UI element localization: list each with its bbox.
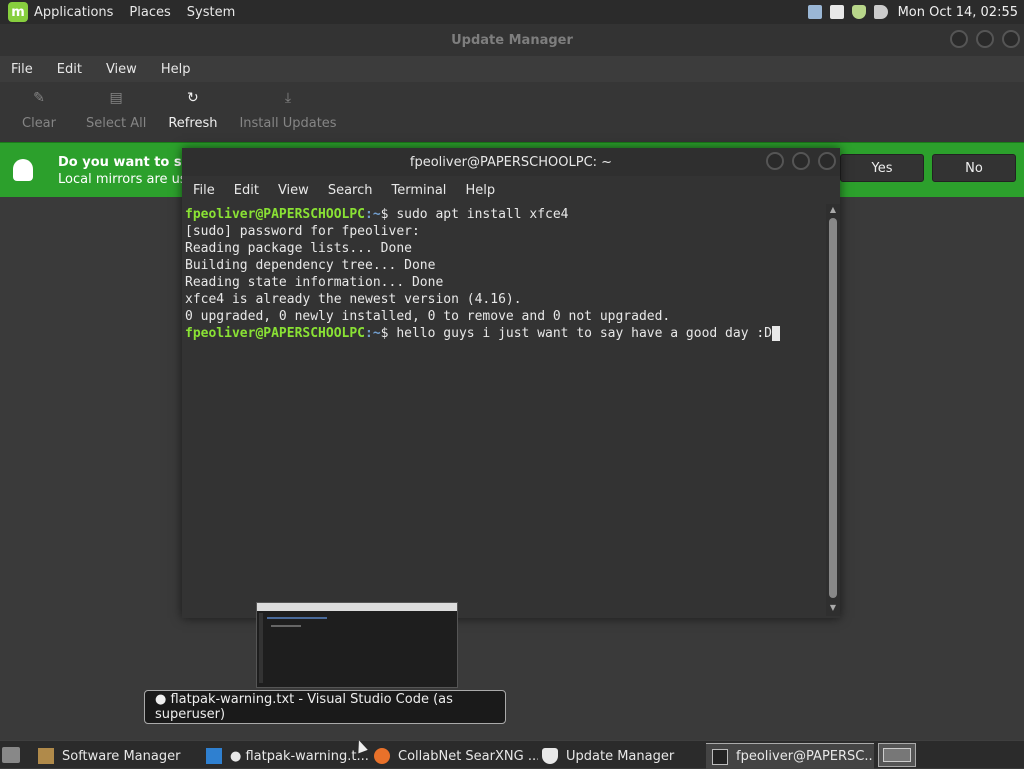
update-manager-menubar: File Edit View Help [0, 56, 1024, 82]
menu-view[interactable]: View [106, 62, 137, 77]
task-label: CollabNet SearXNG ... [398, 748, 538, 764]
menu-help[interactable]: Help [161, 62, 191, 77]
maximize-button[interactable] [976, 30, 994, 48]
terminal-menu-file[interactable]: File [193, 183, 215, 198]
task-label: Software Manager [62, 748, 181, 764]
scroll-up-icon[interactable]: ▲ [828, 206, 838, 214]
scroll-down-icon[interactable]: ▼ [828, 604, 838, 612]
clock[interactable]: Mon Oct 14, 02:55 [898, 5, 1018, 20]
output-line: Reading package lists... Done [185, 241, 412, 256]
volume-icon[interactable] [873, 5, 888, 19]
system-menu[interactable]: System [187, 5, 235, 20]
window-title: Update Manager [451, 32, 573, 48]
update-manager-titlebar[interactable]: Update Manager [0, 24, 1024, 56]
firefox-icon [374, 748, 390, 764]
prompt-user: fpeoliver@PAPERSCHOOLPC [185, 207, 366, 222]
output-line: 0 upgraded, 0 newly installed, 0 to remo… [185, 309, 671, 324]
command-line: $ sudo apt install xfce4 [380, 207, 569, 222]
terminal-menubar: File Edit View Search Terminal Help [182, 176, 840, 204]
thumbnail-sidebar [259, 613, 263, 683]
applications-menu[interactable]: Applications [34, 5, 113, 20]
shield-icon [542, 748, 558, 764]
text-cursor [772, 326, 781, 341]
menu-edit[interactable]: Edit [57, 62, 82, 77]
task-vscode[interactable]: ● flatpak-warning.t... [200, 743, 370, 769]
document-icon: ▤ [109, 90, 123, 106]
system-tray: Mon Oct 14, 02:55 [800, 0, 1018, 24]
terminal-menu-terminal[interactable]: Terminal [391, 183, 446, 198]
clear-button[interactable]: ✎ Clear [22, 90, 56, 131]
terminal-scrollbar[interactable]: ▲ ▼ [826, 204, 840, 616]
clear-label: Clear [22, 116, 56, 131]
infobar-detail: Local mirrors are usu [58, 172, 195, 187]
task-label: Update Manager [566, 748, 675, 764]
terminal-output[interactable]: fpeoliver@PAPERSCHOOLPC:~$ sudo apt inst… [182, 204, 826, 616]
update-tray-icon[interactable] [829, 5, 844, 19]
terminal-maximize-button[interactable] [792, 152, 810, 170]
task-terminal[interactable]: fpeoliver@PAPERSC... [706, 743, 874, 769]
workspace-switcher[interactable] [878, 743, 916, 767]
show-desktop-icon[interactable] [2, 747, 20, 763]
output-line: xfce4 is already the newest version (4.1… [185, 292, 522, 307]
refresh-button[interactable]: ↻ Refresh [168, 90, 217, 131]
terminal-titlebar[interactable]: fpeoliver@PAPERSCHOOLPC: ~ [182, 148, 840, 176]
terminal-icon [712, 748, 728, 765]
terminal-title: fpeoliver@PAPERSCHOOLPC: ~ [409, 154, 613, 170]
select-all-label: Select All [86, 116, 147, 131]
window-preview-thumbnail[interactable] [256, 602, 458, 688]
places-menu[interactable]: Places [129, 5, 170, 20]
prompt-path: :~ [365, 326, 381, 341]
output-line: [sudo] password for fpeoliver: [185, 224, 420, 239]
bottom-panel: Software Manager ● flatpak-warning.t... … [0, 740, 1024, 769]
update-manager-toolbar: ✎ Clear ▤ Select All ↻ Refresh ⤓ Install… [0, 82, 1024, 144]
close-button[interactable] [1002, 30, 1020, 48]
thumbnail-line [271, 625, 301, 627]
mint-menu-icon[interactable]: m [8, 2, 28, 22]
install-updates-button[interactable]: ⤓ Install Updates [239, 90, 336, 131]
no-button[interactable]: No [932, 154, 1016, 182]
broom-icon: ✎ [33, 90, 45, 106]
task-label: fpeoliver@PAPERSC... [736, 749, 874, 764]
top-panel: m Applications Places System Mon Oct 14,… [0, 0, 1024, 24]
download-icon: ⤓ [284, 90, 292, 106]
task-label: ● flatpak-warning.t... [230, 748, 369, 764]
task-update-manager[interactable]: Update Manager [536, 743, 706, 769]
terminal-menu-view[interactable]: View [278, 183, 309, 198]
current-command: $ hello guys i just want to say have a g… [380, 326, 773, 341]
terminal-window: fpeoliver@PAPERSCHOOLPC: ~ File Edit Vie… [182, 148, 840, 618]
lightbulb-icon [13, 159, 33, 181]
install-updates-label: Install Updates [239, 116, 337, 131]
vscode-icon [206, 748, 222, 764]
terminal-menu-help[interactable]: Help [465, 183, 495, 198]
output-line: Reading state information... Done [185, 275, 444, 290]
scrollbar-thumb[interactable] [829, 218, 837, 598]
task-software-manager[interactable]: Software Manager [32, 743, 202, 769]
terminal-minimize-button[interactable] [766, 152, 784, 170]
task-firefox[interactable]: CollabNet SearXNG ... [368, 743, 538, 769]
output-line: Building dependency tree... Done [185, 258, 436, 273]
yes-button[interactable]: Yes [840, 154, 924, 182]
refresh-label: Refresh [168, 116, 218, 131]
terminal-menu-search[interactable]: Search [328, 183, 373, 198]
network-icon[interactable] [807, 5, 822, 19]
terminal-menu-edit[interactable]: Edit [234, 183, 259, 198]
workspace-window-indicator [883, 748, 911, 762]
taskbar-tooltip: ● flatpak-warning.txt - Visual Studio Co… [144, 690, 506, 724]
refresh-icon: ↻ [187, 90, 199, 106]
menu-file[interactable]: File [11, 62, 33, 77]
shield-icon[interactable] [851, 5, 866, 19]
software-manager-icon [38, 748, 54, 764]
terminal-close-button[interactable] [818, 152, 836, 170]
prompt-path: :~ [365, 207, 381, 222]
thumbnail-titlebar [257, 603, 457, 611]
prompt-user: fpeoliver@PAPERSCHOOLPC [185, 326, 366, 341]
select-all-button[interactable]: ▤ Select All [86, 90, 146, 131]
thumbnail-line [267, 617, 327, 619]
minimize-button[interactable] [950, 30, 968, 48]
